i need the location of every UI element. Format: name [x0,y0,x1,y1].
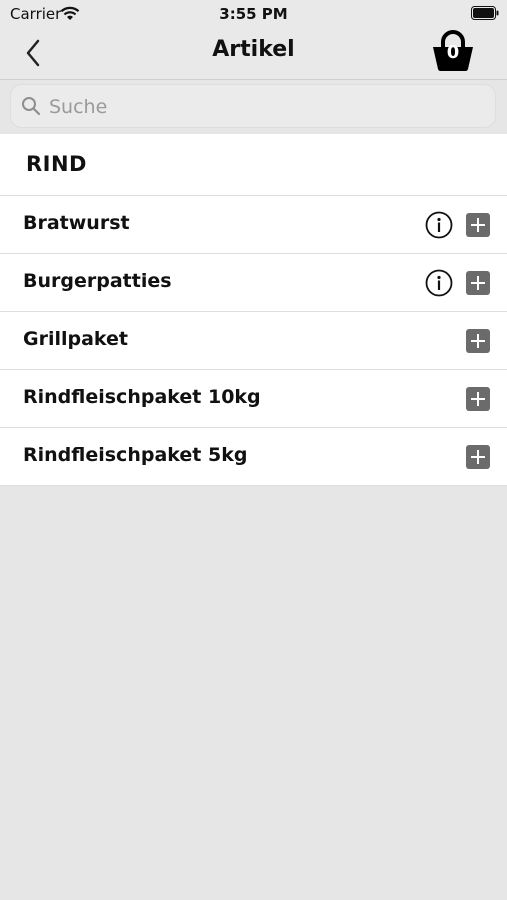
item-label: Rindfleischpaket 5kg [23,444,248,466]
article-list: Bratwurst Burgerpatties Grillpaket Rindf… [0,196,507,486]
list-item[interactable]: Burgerpatties [0,254,507,312]
status-time: 3:55 PM [219,5,288,23]
list-item[interactable]: Rindfleischpaket 10kg [0,370,507,428]
section-title: RIND [26,152,87,176]
navigation-bar: Artikel 0 [0,28,507,80]
list-item[interactable]: Rindfleischpaket 5kg [0,428,507,486]
add-button[interactable] [466,329,490,353]
cart-count-badge: 0 [446,42,460,63]
info-icon[interactable] [425,211,453,239]
add-button[interactable] [466,271,490,295]
add-button[interactable] [466,387,490,411]
search-icon [22,97,41,116]
section-header: RIND [0,134,507,196]
item-label: Bratwurst [23,212,130,234]
item-label: Burgerpatties [23,270,172,292]
add-button[interactable] [466,445,490,469]
item-label: Rindfleischpaket 10kg [23,386,261,408]
search-bar [0,80,507,132]
battery-icon [471,6,499,20]
cart-button[interactable]: 0 [429,28,477,76]
info-icon[interactable] [425,269,453,297]
list-item[interactable]: Grillpaket [0,312,507,370]
search-input[interactable] [47,91,481,123]
add-button[interactable] [466,213,490,237]
item-label: Grillpaket [23,328,129,350]
search-field[interactable] [10,84,496,128]
status-bar: Carrier 3:55 PM [0,0,507,28]
list-item[interactable]: Bratwurst [0,196,507,254]
